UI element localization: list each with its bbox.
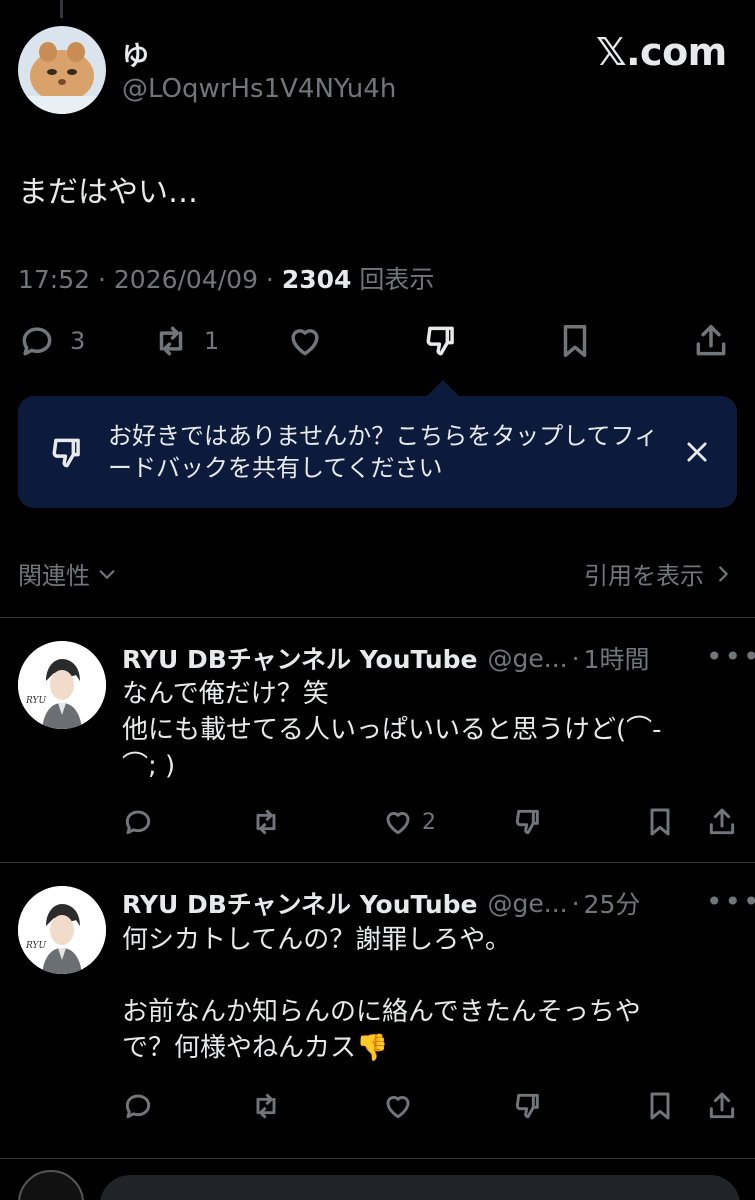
reply-author-handle[interactable]: @ge... xyxy=(488,644,568,673)
reply-compose-input[interactable]: 返信をポスト xyxy=(100,1175,740,1200)
views-label: 回表示 xyxy=(351,265,435,294)
thumbs-down-icon xyxy=(515,809,539,835)
tooltip-arrow xyxy=(426,380,460,397)
dislike-button[interactable] xyxy=(422,322,460,360)
author-avatar[interactable] xyxy=(18,26,106,114)
site-logo: 𝕏.com xyxy=(596,30,727,74)
reply-button[interactable]: 3 xyxy=(18,322,85,360)
tooltip-thumbs-down-icon xyxy=(48,434,86,476)
reply-avatar[interactable]: RYU xyxy=(18,641,106,729)
author-name[interactable]: ゆ xyxy=(122,34,149,73)
views-count: 2304 xyxy=(281,265,352,294)
reply-time[interactable]: 1時間 xyxy=(584,640,650,676)
share-button[interactable] xyxy=(692,322,730,360)
sort-label: 関連性 xyxy=(18,562,90,590)
post-time[interactable]: 17:52 · 2026/04/09 · xyxy=(18,265,282,294)
bookmark-icon xyxy=(650,808,670,836)
current-user-avatar[interactable] xyxy=(18,1170,84,1200)
reply-author-name[interactable]: RYU DBチャンネル YouTube xyxy=(122,640,478,676)
share-button[interactable] xyxy=(706,1090,738,1122)
author-handle[interactable]: @LOqwrHs1V4NYu4h xyxy=(122,74,396,104)
heart-icon xyxy=(291,329,319,356)
repost-icon xyxy=(256,809,276,835)
like-count: 2 xyxy=(422,809,436,835)
like-button[interactable] xyxy=(286,322,324,360)
reply-author-name[interactable]: RYU DBチャンネル YouTube xyxy=(122,885,478,921)
dislike-button[interactable] xyxy=(512,806,544,838)
repost-button[interactable] xyxy=(250,806,282,838)
tooltip-text: お好きではありませんか？こちらをタップしてフィードバックを共有してください xyxy=(108,422,659,482)
divider xyxy=(0,1158,755,1159)
post-text: まだはやい… xyxy=(18,175,198,210)
share-icon xyxy=(709,808,735,835)
reply-button[interactable] xyxy=(122,1090,154,1122)
reply-avatar[interactable]: RYU xyxy=(18,886,106,974)
thread-line xyxy=(60,0,63,18)
repost-button[interactable] xyxy=(250,1090,282,1122)
thumbs-down-icon xyxy=(426,326,454,356)
divider xyxy=(0,862,755,863)
reply-time[interactable]: 25分 xyxy=(584,885,641,921)
quotes-label: 引用を表示 xyxy=(584,562,704,590)
svg-text:RYU: RYU xyxy=(25,941,46,951)
close-icon[interactable] xyxy=(683,438,711,470)
view-quotes-link[interactable]: 引用を表示 xyxy=(584,556,734,591)
reply-count: 3 xyxy=(70,327,86,355)
reply-icon xyxy=(125,1094,151,1119)
like-button[interactable]: 2 xyxy=(382,806,436,838)
heart-icon xyxy=(386,812,410,835)
reply-header: RYU DBチャンネル YouTube @ge... · 25分 xyxy=(122,885,640,921)
reply-icon xyxy=(125,810,151,835)
bookmark-button[interactable] xyxy=(644,1090,676,1122)
reply-text: なんで俺だけ？笑 他にも載せてる人いっぱいいると思うけど(⌒- ⌒; ) xyxy=(122,679,662,781)
repost-count: 1 xyxy=(204,327,220,355)
dislike-button[interactable] xyxy=(512,1090,544,1122)
more-options-icon[interactable]: ••• xyxy=(706,640,755,673)
divider xyxy=(0,617,755,618)
reply-button[interactable] xyxy=(122,806,154,838)
reply-text: 何シカトしてんの？謝罪しろや。 お前なんか知らんのに絡んできたんそっちや で？何… xyxy=(122,925,641,1063)
bookmark-button[interactable] xyxy=(644,806,676,838)
share-button[interactable] xyxy=(706,806,738,838)
sort-dropdown[interactable]: 関連性 xyxy=(18,556,118,591)
bookmark-icon xyxy=(563,325,587,357)
reply-header: RYU DBチャンネル YouTube @ge... · 1時間 xyxy=(122,640,649,676)
repost-icon xyxy=(256,1093,276,1119)
repost-icon xyxy=(159,326,183,356)
heart-icon xyxy=(386,1096,410,1119)
repost-button[interactable]: 1 xyxy=(152,322,219,360)
svg-text:RYU: RYU xyxy=(25,696,46,706)
more-options-icon[interactable]: ••• xyxy=(706,885,755,918)
share-icon xyxy=(696,325,726,356)
reply-icon xyxy=(22,327,52,356)
share-icon xyxy=(709,1092,735,1119)
thumbs-down-icon xyxy=(515,1093,539,1119)
bookmark-button[interactable] xyxy=(556,322,594,360)
reply-author-handle[interactable]: @ge... xyxy=(488,889,568,918)
bookmark-icon xyxy=(650,1092,670,1120)
chevron-right-icon xyxy=(719,565,728,582)
post-meta: 17:52 · 2026/04/09 · 2304 回表示 xyxy=(18,260,434,296)
chevron-down-icon xyxy=(99,569,115,579)
like-button[interactable] xyxy=(382,1090,414,1122)
